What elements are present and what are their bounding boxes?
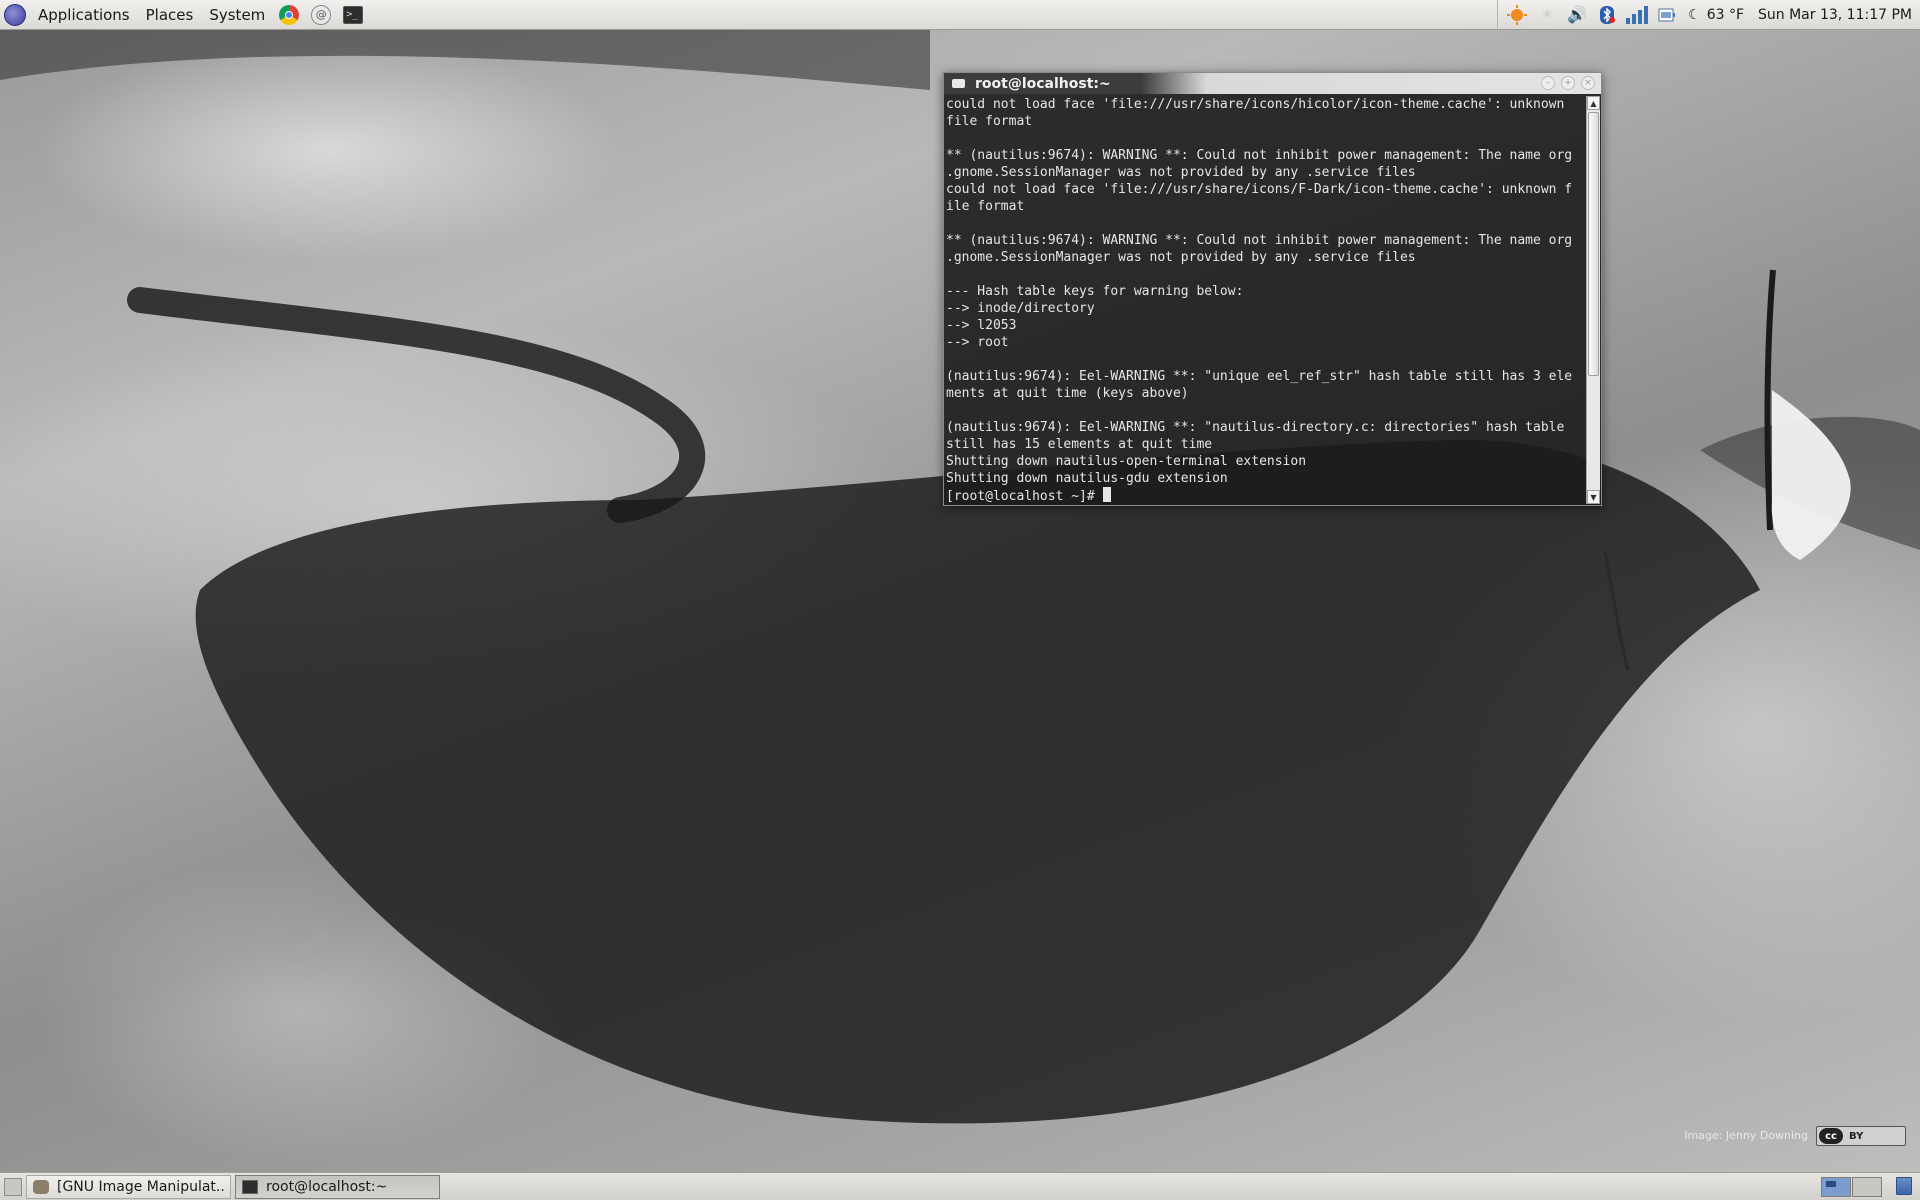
temperature-label: 63 °F <box>1706 6 1745 23</box>
mail-icon: @ <box>311 4 332 25</box>
terminal-window[interactable]: root@localhost:~ – + × could not load fa… <box>943 72 1602 506</box>
weather-applet[interactable]: ☾ 63 °F <box>1688 7 1744 23</box>
weather-sun-icon[interactable]: ☀ <box>1536 4 1558 26</box>
by-badge-label: BY <box>1849 1130 1864 1142</box>
terminal-icon <box>242 1179 258 1194</box>
system-tray: ☀ 🔊 ☾ 63 °F Sun Mar 13, 11:17 PM <box>1497 0 1920 30</box>
workspace-switcher <box>1821 1176 1882 1197</box>
terminal-line: (nautilus:9674): Eel-WARNING **: "nautil… <box>946 420 1565 435</box>
terminal-line: still has 15 elements at quit time <box>946 437 1213 452</box>
window-controls: – + × <box>1541 76 1595 90</box>
terminal-line: --> inode/directory <box>946 301 1095 316</box>
terminal-prompt-line[interactable]: [root@localhost ~]# <box>946 487 1586 504</box>
terminal-line: file format <box>946 114 1033 129</box>
chrome-icon <box>279 4 300 25</box>
window-title: root@localhost:~ <box>975 75 1111 92</box>
moon-icon: ☾ <box>1688 6 1701 23</box>
terminal-line: .gnome.SessionManager was not provided b… <box>946 250 1416 265</box>
terminal-line: ile format <box>946 199 1025 214</box>
bottom-panel: [GNU Image Manipulat... root@localhost:~ <box>0 1172 1920 1200</box>
terminal-line: --> root <box>946 335 1009 350</box>
update-icon[interactable] <box>1506 4 1528 26</box>
taskbar-item-label: root@localhost:~ <box>266 1178 388 1195</box>
chrome-launcher[interactable] <box>277 3 301 27</box>
terminal-line: could not load face 'file:///usr/share/i… <box>946 97 1565 112</box>
trash-icon[interactable] <box>1896 1177 1912 1195</box>
image-credit: Image: Jenny Downing <box>1684 1129 1808 1142</box>
terminal-scrollbar[interactable]: ▲ ▼ <box>1586 96 1600 504</box>
terminal-line: --> l2053 <box>946 318 1017 333</box>
top-panel: Applications Places System @ >_ ☀ 🔊 ☾ 63… <box>0 0 1920 30</box>
show-desktop-button[interactable] <box>4 1177 22 1196</box>
workspace-2[interactable] <box>1852 1176 1882 1197</box>
terminal-line: ** (nautilus:9674): WARNING **: Could no… <box>946 148 1573 163</box>
terminal-titlebar[interactable]: root@localhost:~ – + × <box>944 73 1601 94</box>
workspace-1[interactable] <box>1821 1176 1851 1197</box>
menu-places[interactable]: Places <box>138 0 202 30</box>
bluetooth-icon[interactable] <box>1596 4 1618 26</box>
scroll-up-icon[interactable]: ▲ <box>1587 96 1600 110</box>
terminal-output[interactable]: could not load face 'file:///usr/share/i… <box>945 96 1586 504</box>
terminal-icon: >_ <box>343 5 364 24</box>
network-icon[interactable] <box>1626 4 1649 26</box>
taskbar-item-gimp[interactable]: [GNU Image Manipulat... <box>26 1174 231 1199</box>
mail-launcher[interactable]: @ <box>309 3 333 27</box>
minimize-icon[interactable]: – <box>1541 76 1555 90</box>
terminal-line: (nautilus:9674): Eel-WARNING **: "unique… <box>946 369 1573 384</box>
battery-icon[interactable] <box>1656 4 1678 26</box>
gimp-icon <box>33 1179 49 1194</box>
maximize-icon[interactable]: + <box>1561 76 1575 90</box>
scroll-down-icon[interactable]: ▼ <box>1587 490 1600 504</box>
volume-icon[interactable]: 🔊 <box>1566 4 1588 26</box>
terminal-line: Shutting down nautilus-open-terminal ext… <box>946 454 1307 469</box>
terminal-cursor <box>1102 487 1111 502</box>
scroll-thumb[interactable] <box>1588 112 1599 376</box>
cc-badge-label: cc <box>1819 1128 1843 1144</box>
terminal-title-tab: root@localhost:~ <box>944 73 1123 94</box>
terminal-prompt: [root@localhost ~]# <box>946 489 1103 504</box>
terminal-line: ** (nautilus:9674): WARNING **: Could no… <box>946 233 1573 248</box>
terminal-line: --- Hash table keys for warning below: <box>946 284 1244 299</box>
terminal-line: .gnome.SessionManager was not provided b… <box>946 165 1416 180</box>
clock[interactable]: Sun Mar 13, 11:17 PM <box>1758 7 1912 23</box>
menu-applications[interactable]: Applications <box>30 0 138 30</box>
terminal-line: could not load face 'file:///usr/share/i… <box>946 182 1573 197</box>
gnome-foot-icon[interactable] <box>4 3 26 26</box>
cc-license-badge: cc BY <box>1816 1126 1906 1146</box>
close-icon[interactable]: × <box>1581 76 1595 90</box>
terminal-launcher[interactable]: >_ <box>341 3 365 27</box>
terminal-line: Shutting down nautilus-gdu extension <box>946 471 1228 486</box>
taskbar-item-label: [GNU Image Manipulat... <box>57 1178 224 1195</box>
menu-system[interactable]: System <box>201 0 273 30</box>
terminal-line: ments at quit time (keys above) <box>946 386 1189 401</box>
taskbar-item-terminal[interactable]: root@localhost:~ <box>235 1174 440 1199</box>
window-menu-icon[interactable] <box>952 79 965 88</box>
